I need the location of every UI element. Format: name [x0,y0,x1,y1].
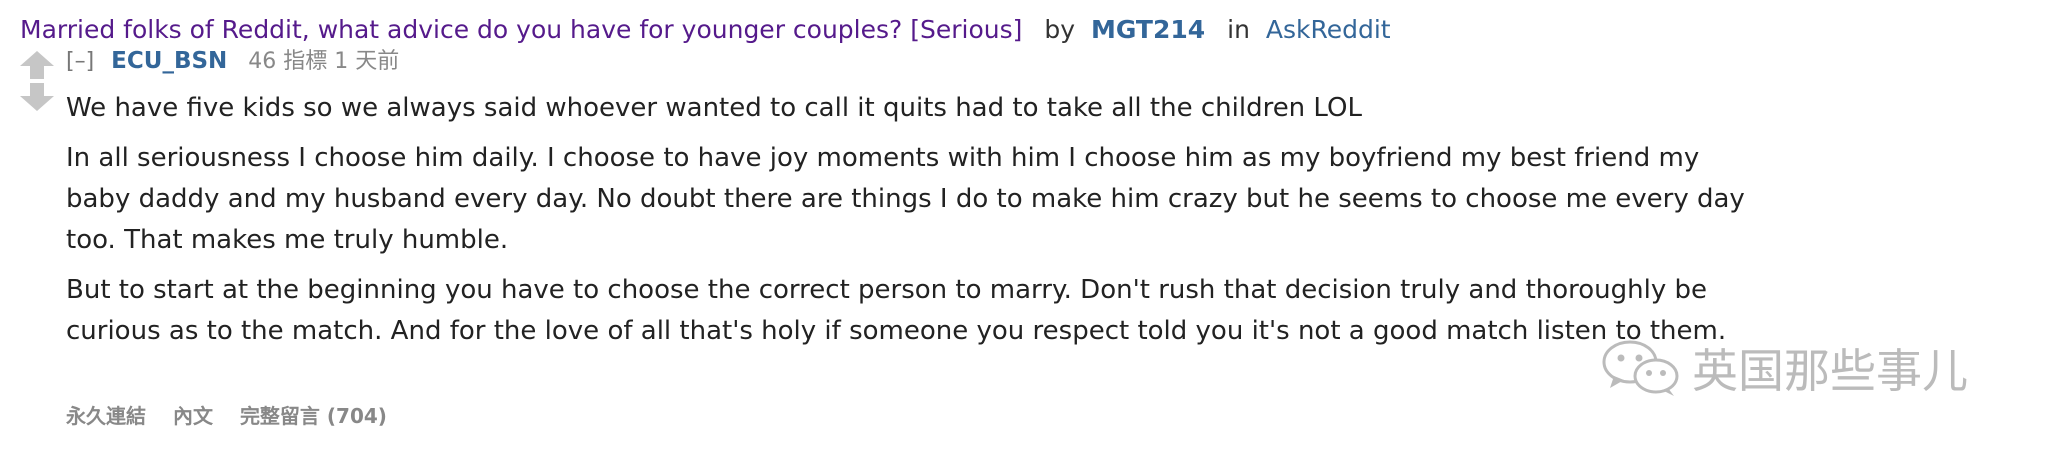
by-label: by [1044,15,1076,44]
context-link[interactable]: 內文 [173,404,213,428]
permalink-link[interactable]: 永久連結 [66,404,146,428]
collapse-toggle[interactable]: [–] [66,49,94,74]
comment-header: [–] ECU_BSN 46 指標 1 天前 [66,45,399,78]
comment-paragraph: But to start at the beginning you have t… [66,275,1727,346]
post-header: Married folks of Reddit, what advice do … [20,12,1391,48]
in-label: in [1227,15,1250,44]
comment-meta: 46 指標 1 天前 [248,49,400,74]
downvote-arrow-icon[interactable] [20,83,54,111]
comment-author-link[interactable]: ECU_BSN [111,48,227,74]
vote-controls [20,51,54,111]
wechat-icon [1602,340,1679,396]
post-author-link[interactable]: MGT214 [1091,15,1205,44]
subreddit-link[interactable]: AskReddit [1266,15,1391,44]
full-comments-link[interactable]: 完整留言 (704) [240,404,387,428]
upvote-arrow-icon[interactable] [20,51,54,79]
comment-actions: 永久連結 內文 完整留言 (704) [66,400,407,429]
comment-body: We have five kids so we always said whoe… [66,88,1766,361]
post-title-link[interactable]: Married folks of Reddit, what advice do … [20,15,1022,44]
comment-paragraph: In all seriousness I choose him daily. I… [66,143,1745,255]
watermark-text: 英国那些事儿 [1692,344,1968,398]
watermark: 英国那些事儿 [1600,335,1968,401]
comment-paragraph: We have five kids so we always said whoe… [66,93,1362,123]
